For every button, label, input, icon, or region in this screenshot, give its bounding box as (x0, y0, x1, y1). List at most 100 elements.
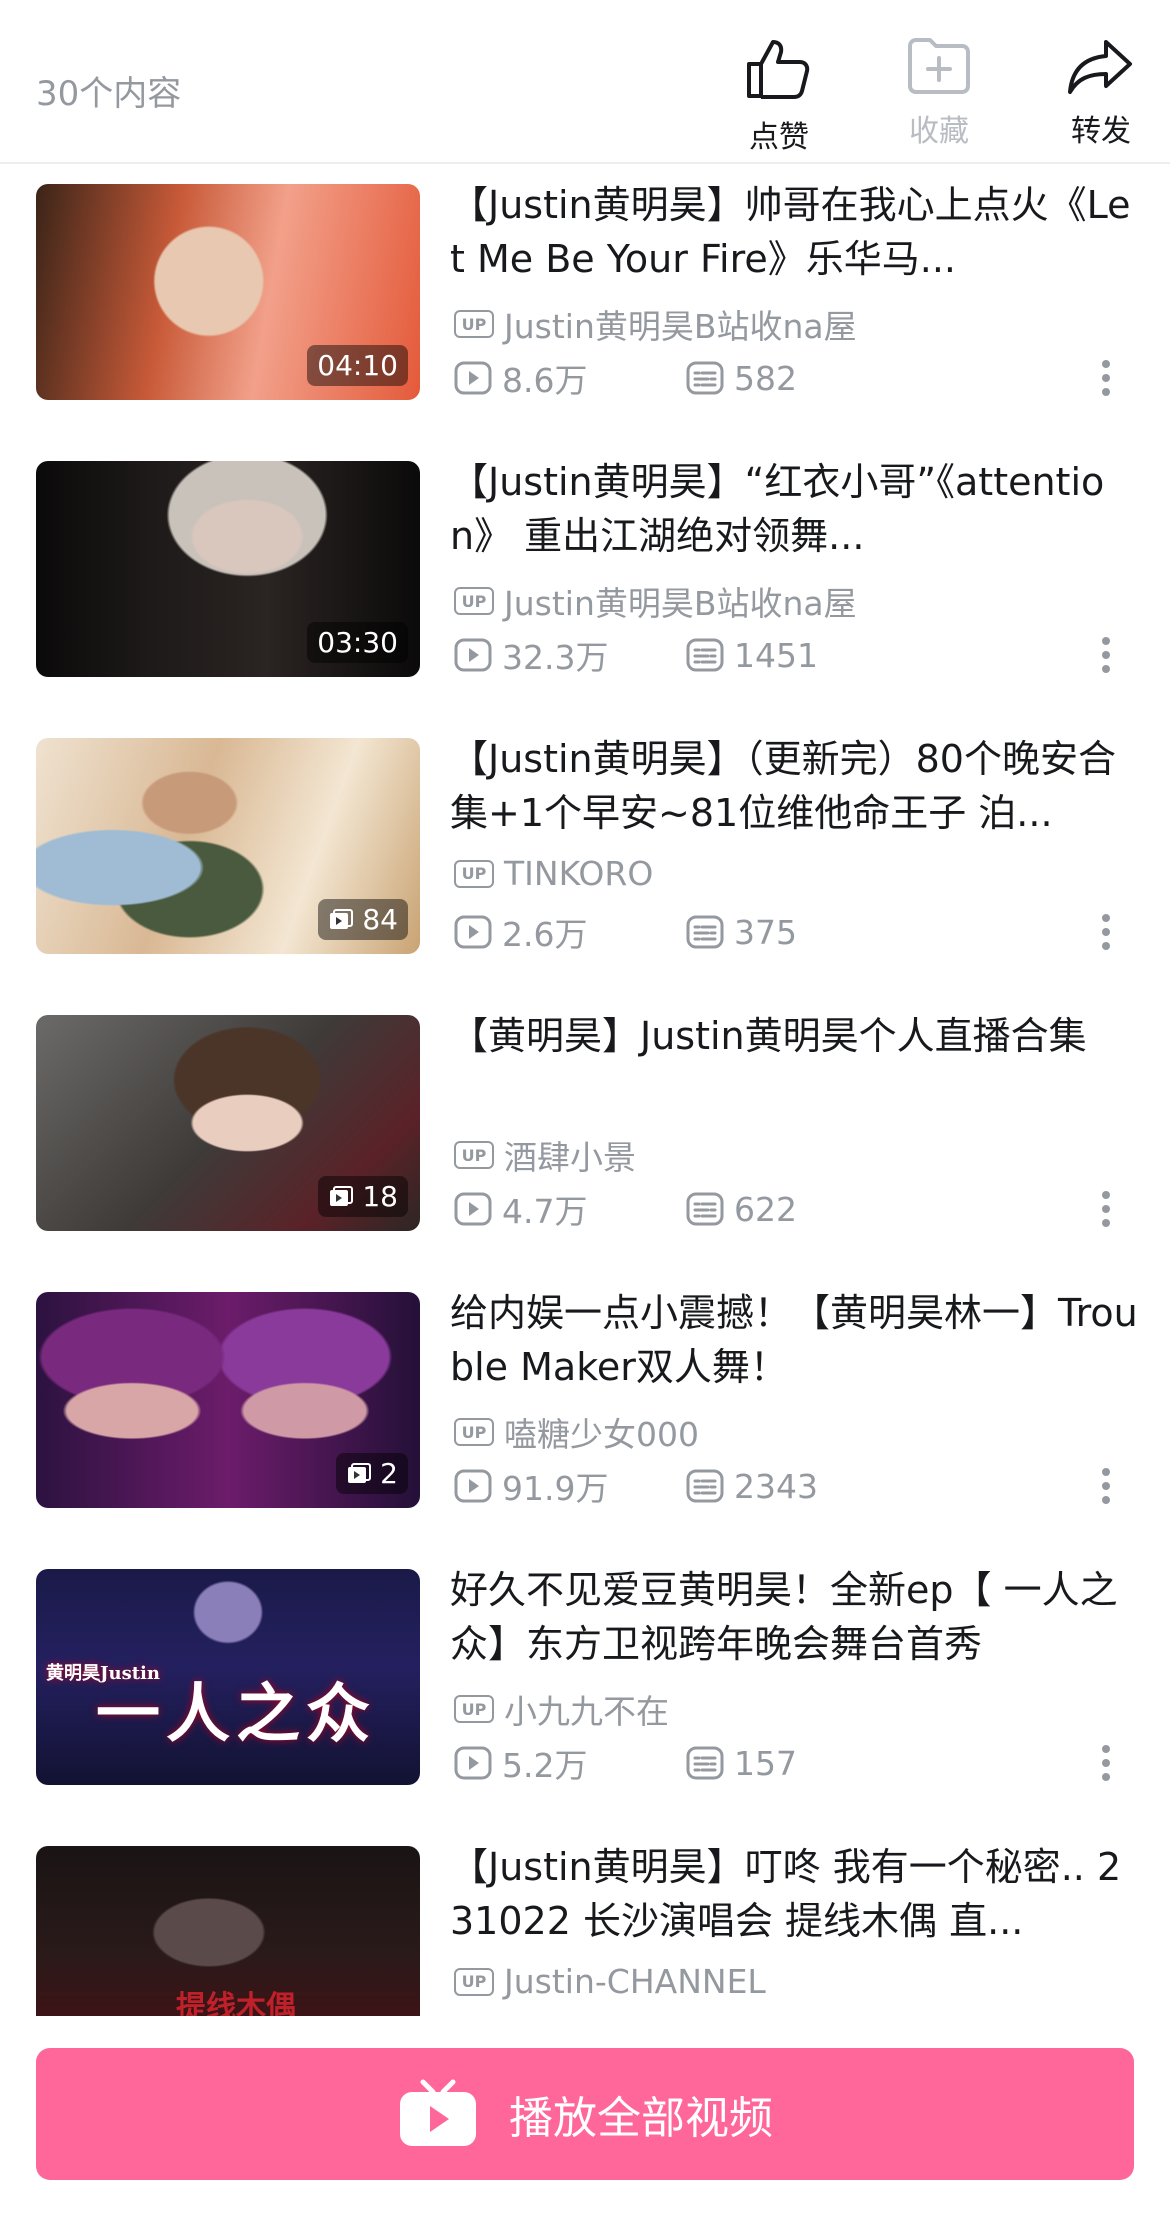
more-options-icon[interactable] (1100, 1468, 1112, 1504)
up-badge-icon: UP (454, 1967, 494, 1996)
page-count-badge: 18 (318, 1176, 408, 1217)
like-button[interactable]: 点赞 (724, 36, 834, 156)
danmaku-count: 622 (734, 1189, 797, 1229)
play-count-icon (454, 1469, 492, 1503)
play-count: 4.7万 (502, 1192, 588, 1231)
up-badge-icon: UP (454, 1695, 494, 1723)
up-badge-icon: UP (454, 1418, 494, 1446)
danmaku-count: 1451 (734, 635, 818, 675)
page-count-badge: 2 (336, 1453, 408, 1494)
uploader-row[interactable]: UP Justin黄明昊B站收na屋 (454, 577, 857, 625)
uploader-row[interactable]: UP 嗑糖少女000 (454, 1408, 699, 1456)
video-stats: 5.2万 157 (454, 1739, 797, 1787)
favorite-label: 收藏 (909, 114, 969, 149)
uploader-name: 酒肆小景 (504, 1138, 636, 1177)
danmaku-count: 582 (734, 358, 797, 398)
play-count-icon (454, 361, 492, 395)
video-stats: 4.7万 622 (454, 1185, 797, 1233)
up-badge-icon: UP (454, 587, 494, 615)
folder-plus-icon (908, 38, 970, 94)
thumbs-up-icon (747, 40, 810, 99)
play-count: 32.3万 (502, 638, 609, 677)
video-item[interactable]: 18 【黄明昊】Justin黄明昊个人直播合集 UP 酒肆小景 4.7万 622 (0, 1014, 1170, 1233)
play-count-icon (454, 638, 492, 672)
more-options-icon[interactable] (1100, 360, 1112, 396)
video-title[interactable]: 【Justin黄明昊】叮咚 我有一个秘密.. 231022 长沙演唱会 提线木偶… (450, 1840, 1140, 1948)
thumbnail-overlay-title: 一人之众 (96, 1677, 376, 1752)
video-title[interactable]: 好久不见爱豆黄明昊！全新ep【 一人之众】东方卫视跨年晚会舞台首秀 (450, 1563, 1140, 1671)
tv-play-icon (400, 2079, 476, 2146)
play-count: 91.9万 (502, 1469, 609, 1508)
video-list: 04:10 【Justin黄明昊】帅哥在我心上点火《Let Me Be Your… (0, 168, 1170, 2016)
danmaku-icon (686, 1192, 724, 1226)
uploader-row[interactable]: UP TINKORO (454, 854, 653, 893)
uploader-name: Justin黄明昊B站收na屋 (504, 307, 857, 346)
danmaku-icon (686, 915, 724, 949)
video-stats: 8.6万 582 (454, 354, 797, 402)
uploader-row[interactable]: UP Justin-CHANNEL (454, 1962, 766, 2001)
danmaku-icon (686, 1469, 724, 1503)
video-item[interactable]: 03:30 【Justin黄明昊】“红衣小哥”《attention》 重出江湖绝… (0, 460, 1170, 679)
like-label: 点赞 (749, 120, 809, 155)
video-thumbnail[interactable]: 04:10 (36, 184, 420, 400)
page-count-badge: 84 (318, 899, 408, 940)
video-item[interactable]: 黄明昊Justin 一人之众 好久不见爱豆黄明昊！全新ep【 一人之众】东方卫视… (0, 1568, 1170, 1787)
video-title[interactable]: 【Justin黄明昊】“红衣小哥”《attention》 重出江湖绝对领舞... (450, 455, 1140, 563)
share-arrow-icon (1068, 40, 1132, 94)
more-options-icon[interactable] (1100, 914, 1112, 950)
more-options-icon[interactable] (1100, 1191, 1112, 1227)
share-label: 转发 (1071, 114, 1131, 149)
uploader-row[interactable]: UP 小九九不在 (454, 1685, 669, 1733)
video-item[interactable]: 84 【Justin黄明昊】（更新完）80个晚安合集+1个早安~81位维他命王子… (0, 737, 1170, 956)
video-item[interactable]: 2 给内娱一点小震撼！【黄明昊林一】Trouble Maker双人舞！ UP 嗑… (0, 1291, 1170, 1510)
danmaku-icon (686, 361, 724, 395)
uploader-row[interactable]: UP 酒肆小景 (454, 1131, 636, 1179)
thumbnail-overlay-title: 提线木偶 (176, 1990, 296, 2016)
more-options-icon[interactable] (1100, 1745, 1112, 1781)
play-count: 8.6万 (502, 361, 588, 400)
danmaku-icon (686, 638, 724, 672)
uploader-name: Justin黄明昊B站收na屋 (504, 584, 857, 623)
multi-page-icon (348, 1462, 372, 1483)
video-thumbnail[interactable]: 03:30 (36, 461, 420, 677)
multi-page-icon (330, 908, 354, 929)
video-stats: 32.3万 1451 (454, 631, 818, 679)
play-count-icon (454, 1192, 492, 1226)
video-title[interactable]: 【Justin黄明昊】（更新完）80个晚安合集+1个早安~81位维他命王子 泊.… (450, 732, 1140, 840)
video-title[interactable]: 【黄明昊】Justin黄明昊个人直播合集 (450, 1009, 1140, 1117)
play-count: 5.2万 (502, 1746, 588, 1785)
video-thumbnail[interactable]: 2 (36, 1292, 420, 1508)
favorite-button[interactable]: 收藏 (884, 36, 994, 150)
play-all-label: 播放全部视频 (509, 2093, 773, 2144)
danmaku-count: 2343 (734, 1466, 818, 1506)
uploader-name: 小九九不在 (504, 1692, 669, 1731)
duration-badge: 03:30 (307, 622, 408, 663)
video-stats: 2.6万 375 (454, 908, 797, 956)
play-all-button[interactable]: 播放全部视频 (36, 2048, 1134, 2180)
video-title[interactable]: 【Justin黄明昊】帅哥在我心上点火《Let Me Be Your Fire》… (450, 178, 1140, 286)
uploader-name: 嗑糖少女000 (504, 1415, 699, 1454)
up-badge-icon: UP (454, 1141, 494, 1169)
video-thumbnail[interactable]: 18 (36, 1015, 420, 1231)
video-item[interactable]: 04:10 【Justin黄明昊】帅哥在我心上点火《Let Me Be Your… (0, 183, 1170, 402)
up-badge-icon: UP (454, 859, 494, 888)
uploader-row[interactable]: UP Justin黄明昊B站收na屋 (454, 300, 857, 348)
play-count: 2.6万 (502, 915, 588, 954)
danmaku-count: 157 (734, 1743, 797, 1783)
play-count-icon (454, 1746, 492, 1780)
video-item[interactable]: 提线木偶 【Justin黄明昊】叮咚 我有一个秘密.. 231022 长沙演唱会… (0, 1845, 1170, 2016)
video-stats: 91.9万 2343 (454, 1462, 818, 1510)
duration-badge: 04:10 (307, 345, 408, 386)
danmaku-icon (686, 1746, 724, 1780)
video-thumbnail[interactable]: 84 (36, 738, 420, 954)
video-thumbnail[interactable]: 黄明昊Justin 一人之众 (36, 1569, 420, 1785)
more-options-icon[interactable] (1100, 637, 1112, 673)
header-bar: 30个内容 点赞 收藏 转发 (0, 0, 1170, 164)
danmaku-count: 375 (734, 912, 797, 952)
uploader-name: Justin-CHANNEL (504, 1962, 766, 2001)
content-count: 30个内容 (36, 74, 182, 114)
multi-page-icon (330, 1185, 354, 1206)
video-thumbnail[interactable]: 提线木偶 (36, 1846, 420, 2016)
share-button[interactable]: 转发 (1046, 36, 1156, 150)
video-title[interactable]: 给内娱一点小震撼！【黄明昊林一】Trouble Maker双人舞！ (450, 1286, 1140, 1394)
